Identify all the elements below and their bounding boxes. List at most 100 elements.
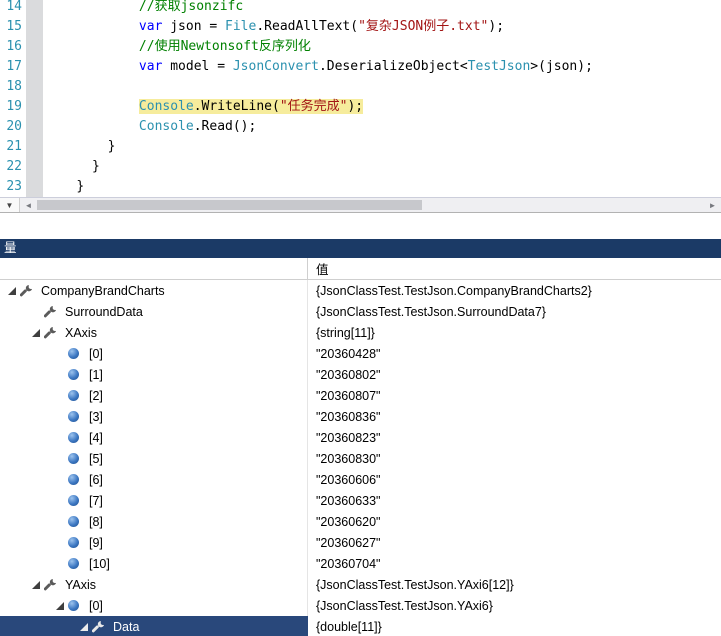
variable-name: XAxis: [65, 325, 97, 340]
locals-row[interactable]: [2] "20360807": [0, 385, 721, 406]
scrollbar-thumb[interactable]: [37, 200, 422, 210]
code-line[interactable]: 16 //使用Newtonsoft反序列化: [0, 37, 721, 57]
code-line[interactable]: 21 }: [0, 137, 721, 157]
locals-rows: CompanyBrandCharts {JsonClassTest.TestJso…: [0, 280, 721, 636]
current-statement-highlight: Console.WriteLine("任务完成");: [138, 99, 364, 114]
code-line[interactable]: 22 }: [0, 157, 721, 177]
code-line[interactable]: 17 var model = JsonConvert.DeserializeOb…: [0, 57, 721, 77]
row-name-cell[interactable]: [1]: [0, 364, 308, 385]
token-plain: }: [107, 139, 116, 154]
triangle-expanded-icon[interactable]: [76, 622, 92, 631]
code-line[interactable]: 20 Console.Read();: [0, 117, 721, 137]
locals-row[interactable]: Data {double[11]}: [0, 616, 721, 636]
token-plain: .ReadAllText(: [256, 19, 359, 34]
token-plain: }: [91, 159, 100, 174]
scroll-left-button[interactable]: ◄: [20, 198, 37, 212]
scroll-right-button[interactable]: ►: [704, 198, 721, 212]
glyph-margin: [26, 117, 43, 137]
variable-name: [9]: [89, 535, 103, 550]
locals-panel-header: 量: [0, 239, 721, 258]
locals-row[interactable]: [1] "20360802": [0, 364, 721, 385]
code-editor[interactable]: 14 //获取jsonzifc 15 var json = File.ReadAl…: [0, 0, 721, 197]
row-name-cell[interactable]: XAxis: [0, 322, 308, 343]
variable-name: [0]: [89, 598, 103, 613]
variable-name: [8]: [89, 514, 103, 529]
scrollbar-track[interactable]: [37, 198, 704, 212]
token-str: "复杂JSON例子.txt": [358, 19, 489, 34]
glyph-margin: [26, 157, 43, 177]
code-line[interactable]: 23 }: [0, 177, 721, 197]
row-name-cell[interactable]: [7]: [0, 490, 308, 511]
locals-row[interactable]: SurroundData {JsonClassTest.TestJson.Surr…: [0, 301, 721, 322]
code-line[interactable]: 18: [0, 77, 721, 97]
locals-row[interactable]: [3] "20360836": [0, 406, 721, 427]
row-name-cell[interactable]: Data: [0, 616, 308, 636]
variable-value: {JsonClassTest.TestJson.CompanyBrandChar…: [316, 283, 592, 298]
locals-row[interactable]: XAxis {string[11]}: [0, 322, 721, 343]
locals-row[interactable]: [4] "20360823": [0, 427, 721, 448]
glyph-margin: [26, 37, 43, 57]
code-line[interactable]: 19 Console.WriteLine("任务完成");: [0, 97, 721, 117]
locals-row[interactable]: [8] "20360620": [0, 511, 721, 532]
token-type: File: [225, 19, 257, 34]
blue-sphere-field-icon: [68, 558, 87, 569]
variable-value: "20360633": [316, 493, 381, 508]
code-line[interactable]: 15 var json = File.ReadAllText("复杂JSON例子…: [0, 17, 721, 37]
token-plain: }: [76, 179, 85, 194]
row-name-cell[interactable]: [6]: [0, 469, 308, 490]
locals-row[interactable]: CompanyBrandCharts {JsonClassTest.TestJso…: [0, 280, 721, 301]
row-name-cell[interactable]: CompanyBrandCharts: [0, 280, 308, 301]
row-name-cell[interactable]: [9]: [0, 532, 308, 553]
triangle-expanded-icon[interactable]: [52, 601, 68, 610]
blue-sphere-field-icon: [68, 411, 87, 422]
grid-column-headers[interactable]: 值: [0, 258, 721, 280]
row-name-cell[interactable]: [4]: [0, 427, 308, 448]
token-kw: var: [138, 19, 163, 34]
horizontal-scrollbar[interactable]: ▼ ◄ ►: [0, 197, 721, 213]
locals-variables-grid: 值 CompanyBrandCharts {JsonClassTest.TestJ…: [0, 258, 721, 636]
blue-sphere-field-icon: [68, 600, 87, 611]
code-text: var model = JsonConvert.DeserializeObjec…: [45, 57, 721, 77]
variable-name: Data: [113, 619, 140, 634]
locals-row[interactable]: YAxis {JsonClassTest.TestJson.YAxi6[12]}: [0, 574, 721, 595]
triangle-expanded-icon[interactable]: [28, 580, 44, 589]
row-name-cell[interactable]: [0]: [0, 595, 308, 616]
variable-value: "20360606": [316, 472, 381, 487]
locals-row[interactable]: [7] "20360633": [0, 490, 721, 511]
token-str: "任务完成": [279, 99, 348, 114]
variable-name: [2]: [89, 388, 103, 403]
locals-row[interactable]: [9] "20360627": [0, 532, 721, 553]
row-name-cell[interactable]: YAxis: [0, 574, 308, 595]
locals-row[interactable]: [0] {JsonClassTest.TestJson.YAxi6}: [0, 595, 721, 616]
row-name-cell[interactable]: [2]: [0, 385, 308, 406]
row-name-cell[interactable]: [0]: [0, 343, 308, 364]
code-line[interactable]: 14 //获取jsonzifc: [0, 0, 721, 17]
row-name-cell[interactable]: SurroundData: [0, 301, 308, 322]
variable-name: [3]: [89, 409, 103, 424]
wrench-icon: [20, 284, 39, 297]
locals-row[interactable]: [5] "20360830": [0, 448, 721, 469]
row-name-cell[interactable]: [5]: [0, 448, 308, 469]
locals-row[interactable]: [10] "20360704": [0, 553, 721, 574]
value-column-header[interactable]: 值: [308, 259, 329, 278]
triangle-expanded-icon[interactable]: [4, 286, 20, 295]
scrollbar-dropdown-button[interactable]: ▼: [0, 198, 20, 212]
row-name-cell[interactable]: [10]: [0, 553, 308, 574]
variable-name: CompanyBrandCharts: [41, 283, 165, 298]
locals-row[interactable]: [6] "20360606": [0, 469, 721, 490]
name-column-header[interactable]: [0, 258, 308, 279]
locals-row[interactable]: [0] "20360428": [0, 343, 721, 364]
variable-value: "20360823": [316, 430, 381, 445]
row-name-cell[interactable]: [3]: [0, 406, 308, 427]
panel-title-text: 量: [4, 241, 17, 255]
triangle-expanded-icon[interactable]: [28, 328, 44, 337]
variable-name: YAxis: [65, 577, 97, 592]
glyph-margin: [26, 97, 43, 117]
row-name-cell[interactable]: [8]: [0, 511, 308, 532]
blue-sphere-field-icon: [68, 369, 87, 380]
